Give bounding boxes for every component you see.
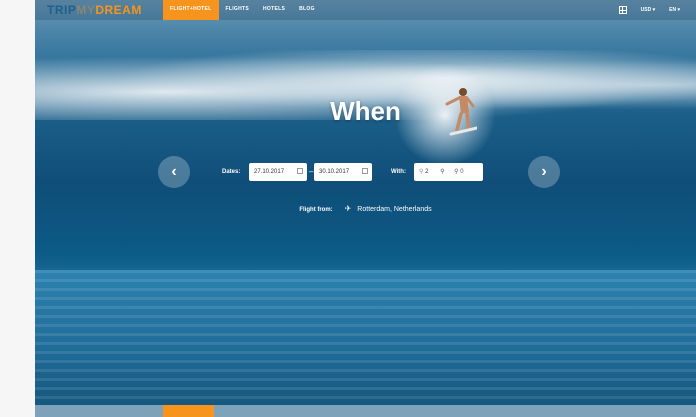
next-slide-button[interactable]: › [528,156,560,188]
child-icon: ⚲ [440,169,445,175]
nav-item-flights[interactable]: FLIGHTS [219,0,257,20]
logo-text-dream: DREAM [95,3,142,17]
main-nav: FLIGHT+HOTEL FLIGHTS HOTELS BLOG [163,0,322,20]
currency-selector[interactable]: USD ▾ [641,7,655,13]
nav-item-flight-hotel[interactable]: FLIGHT+HOTEL [163,0,219,20]
site-logo[interactable]: TRIPMYDREAM [47,3,142,17]
dates-label: Dates: [222,169,241,175]
page-left-margin [0,0,35,417]
hero-water-background [35,270,696,405]
calendar-icon [297,168,303,174]
date-to-field[interactable]: 30.10.2017 [314,163,372,181]
header-tools: USD ▾ EN ▾ [618,0,680,20]
with-label: With: [391,169,406,175]
calendar-icon [362,168,368,174]
date-range-separator: – [309,167,314,176]
logo-text-trip: TRIP [47,3,77,17]
flight-from-row: Flight from: ✈ Rotterdam, Netherlands [35,204,696,213]
date-to-value: 30.10.2017 [319,169,350,175]
nav-item-blog[interactable]: BLOG [292,0,322,20]
flight-from-value[interactable]: Rotterdam, Netherlands [357,206,431,213]
chevron-right-icon: › [541,163,547,180]
language-selector[interactable]: EN ▾ [669,7,680,13]
flight-from-label: Flight from: [299,207,333,213]
plane-icon: ✈ [344,204,352,213]
chevron-left-icon: ‹ [171,163,177,180]
logo-text-my: MY [76,3,96,17]
adults-count: 2 [425,169,429,175]
date-from-field[interactable]: 27.10.2017 [249,163,307,181]
top-navigation-bar: TRIPMYDREAM FLIGHT+HOTEL FLIGHTS HOTELS … [35,0,696,20]
hero-banner: TRIPMYDREAM FLIGHT+HOTEL FLIGHTS HOTELS … [35,0,696,405]
infants-count: 0 [460,169,464,175]
next-section-preview [35,405,696,417]
grid-icon[interactable] [618,6,627,14]
prev-slide-button[interactable]: ‹ [158,156,190,188]
adult-icon: ⚲ [419,169,424,175]
travellers-field[interactable]: ⚲ 2 ⚲ ⚲ 0 [414,163,483,181]
next-section-active-tab [163,405,214,417]
nav-item-hotels[interactable]: HOTELS [256,0,292,20]
infant-icon: ⚲ [454,169,459,175]
date-from-value: 27.10.2017 [254,169,285,175]
hero-headline: When [330,96,401,126]
